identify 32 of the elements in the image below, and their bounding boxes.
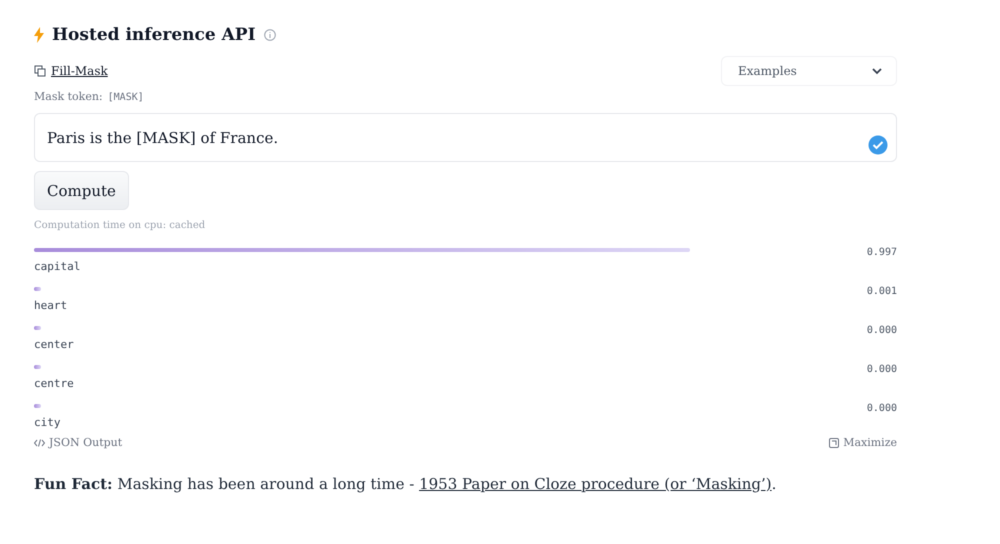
score-value: 0.000 [866, 364, 897, 377]
computation-time: Computation time on cpu: cached [34, 220, 206, 231]
maximize-link[interactable]: Maximize [843, 436, 897, 449]
token-label: centre [34, 377, 75, 392]
token-label: capital [34, 260, 82, 275]
maximize-icon [829, 438, 840, 448]
chevron-icon [872, 68, 882, 74]
examples-dropdown[interactable]: Examples [721, 56, 897, 86]
score-bar [34, 326, 41, 330]
task-link[interactable]: Fill-Mask [51, 64, 108, 78]
copy-icon [34, 65, 46, 77]
score-bar [34, 287, 41, 291]
score-value: 0.001 [866, 286, 897, 299]
fun-fact-text: Fun Fact: Masking has been around a long time - 1953 Paper on Cloze procedure (or ‘Masking’). [34, 475, 778, 493]
mask-token: [MASK] [108, 92, 144, 103]
mask-token-label: Mask token: [34, 90, 103, 103]
score-value: 0.000 [866, 403, 897, 416]
compute-button[interactable]: Compute [34, 171, 129, 210]
score-value: 0.000 [866, 325, 897, 338]
token-label: city [34, 416, 62, 431]
code-icon [34, 438, 45, 446]
lightning-icon [34, 27, 44, 43]
score-bar [34, 404, 41, 408]
paper-link[interactable]: 1953 Paper on Cloze procedure (or ‘Masking’) [419, 475, 772, 493]
text-input[interactable]: Paris is the [MASK] of France. [34, 113, 897, 162]
section-title: Hosted inference API [52, 25, 256, 45]
token-label: center [34, 338, 75, 353]
info-icon[interactable] [264, 29, 276, 41]
json-output-link[interactable]: JSON Output [49, 436, 122, 449]
score-bar [34, 365, 41, 369]
score-value: 0.997 [866, 247, 897, 260]
token-label: heart [34, 299, 68, 314]
